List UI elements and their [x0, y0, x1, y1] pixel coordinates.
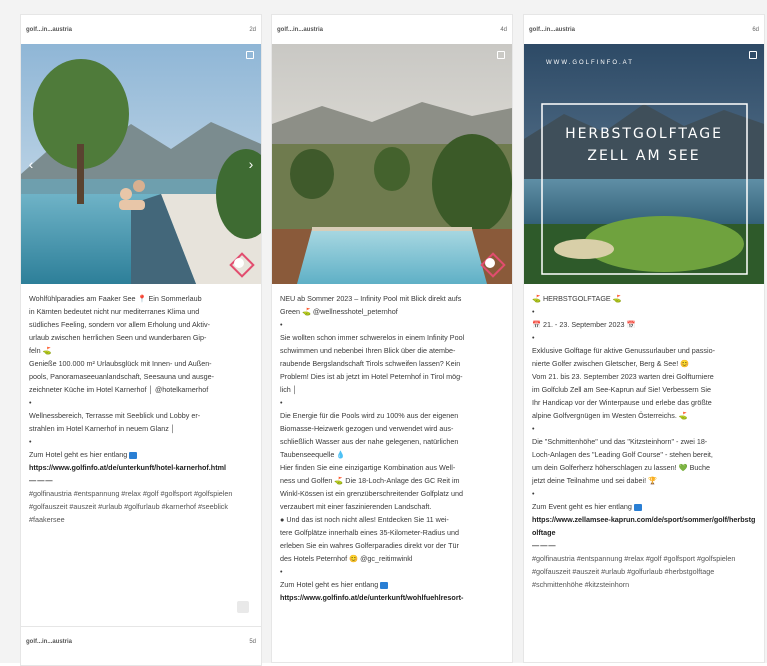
post-card-1[interactable]: golf...in...austria 2d ‹ › Wohlfühlparad…	[20, 14, 262, 663]
overlay-site-url: WWW.GOLFINFO.AT	[546, 60, 634, 66]
link-arrow-icon	[380, 581, 389, 589]
post-age: 4d	[500, 26, 507, 33]
post-caption: NEU ab Sommer 2023 – Infinity Pool mit B…	[272, 284, 512, 604]
chevron-right-icon[interactable]: ›	[245, 156, 257, 172]
post-age: 2d	[249, 26, 256, 33]
post-username[interactable]: golf...in...austria	[529, 27, 575, 33]
post-image-herbstgolftage[interactable]: WWW.GOLFINFO.AT HERBSTGOLFTAGE ZELL AM S…	[524, 44, 764, 284]
post-username[interactable]: golf...in...austria	[26, 27, 72, 33]
link-arrow-icon	[129, 451, 138, 459]
post-link[interactable]: https://www.zellamsee-kaprun.com/de/spor…	[532, 513, 758, 539]
post-age: 6d	[752, 26, 759, 33]
multi-image-icon	[246, 51, 254, 59]
multi-image-icon	[749, 51, 757, 59]
post-header: golf...in...austria 2d	[21, 15, 261, 44]
post-caption: Wohlfühlparadies am Faaker See 📍 Ein Som…	[21, 284, 261, 526]
post-username[interactable]: golf...in...austria	[26, 639, 72, 645]
post-caption: ⛳ HERBSTGOLFTAGE ⛳ • 📅 21. - 23. Septemb…	[524, 284, 764, 591]
post-card-4[interactable]: golf...in...austria 5d	[20, 626, 262, 666]
overlay-title-line-1: HERBSTGOLFTAGE	[565, 126, 723, 142]
post-username[interactable]: golf...in...austria	[277, 27, 323, 33]
instagram-feed: golf...in...austria 2d ‹ › Wohlfühlparad…	[0, 0, 767, 666]
post-age: 5d	[249, 638, 256, 645]
post-header: golf...in...austria 6d	[524, 15, 764, 44]
post-header: golf...in...austria 5d	[21, 627, 261, 656]
post-hashtags[interactable]: #golfinaustria #entspannung #relax #golf…	[29, 487, 255, 526]
golf-badge-icon	[480, 252, 506, 278]
chevron-left-icon[interactable]: ‹	[25, 156, 37, 172]
post-card-3[interactable]: golf...in...austria 6d WWW.GOLFINFO.AT H…	[523, 14, 765, 663]
overlay-title-line-2: ZELL AM SEE	[587, 148, 701, 164]
post-link[interactable]: https://www.golfinfo.at/de/unterkunft/ho…	[29, 461, 255, 474]
multi-image-icon	[497, 51, 505, 59]
post-card-2[interactable]: golf...in...austria 4d NEU ab Sommer 202…	[271, 14, 513, 663]
post-link[interactable]: https://www.golfinfo.at/de/unterkunft/wo…	[280, 591, 506, 604]
save-icon[interactable]	[237, 601, 249, 613]
post-header: golf...in...austria 4d	[272, 15, 512, 44]
post-image-infinity-pool[interactable]: ‹ ›	[21, 44, 261, 284]
post-hashtags[interactable]: #golfinaustria #entspannung #relax #golf…	[532, 552, 758, 591]
golf-badge-icon	[229, 252, 255, 278]
link-arrow-icon	[633, 503, 642, 511]
post-image-mountain-pool[interactable]	[272, 44, 512, 284]
